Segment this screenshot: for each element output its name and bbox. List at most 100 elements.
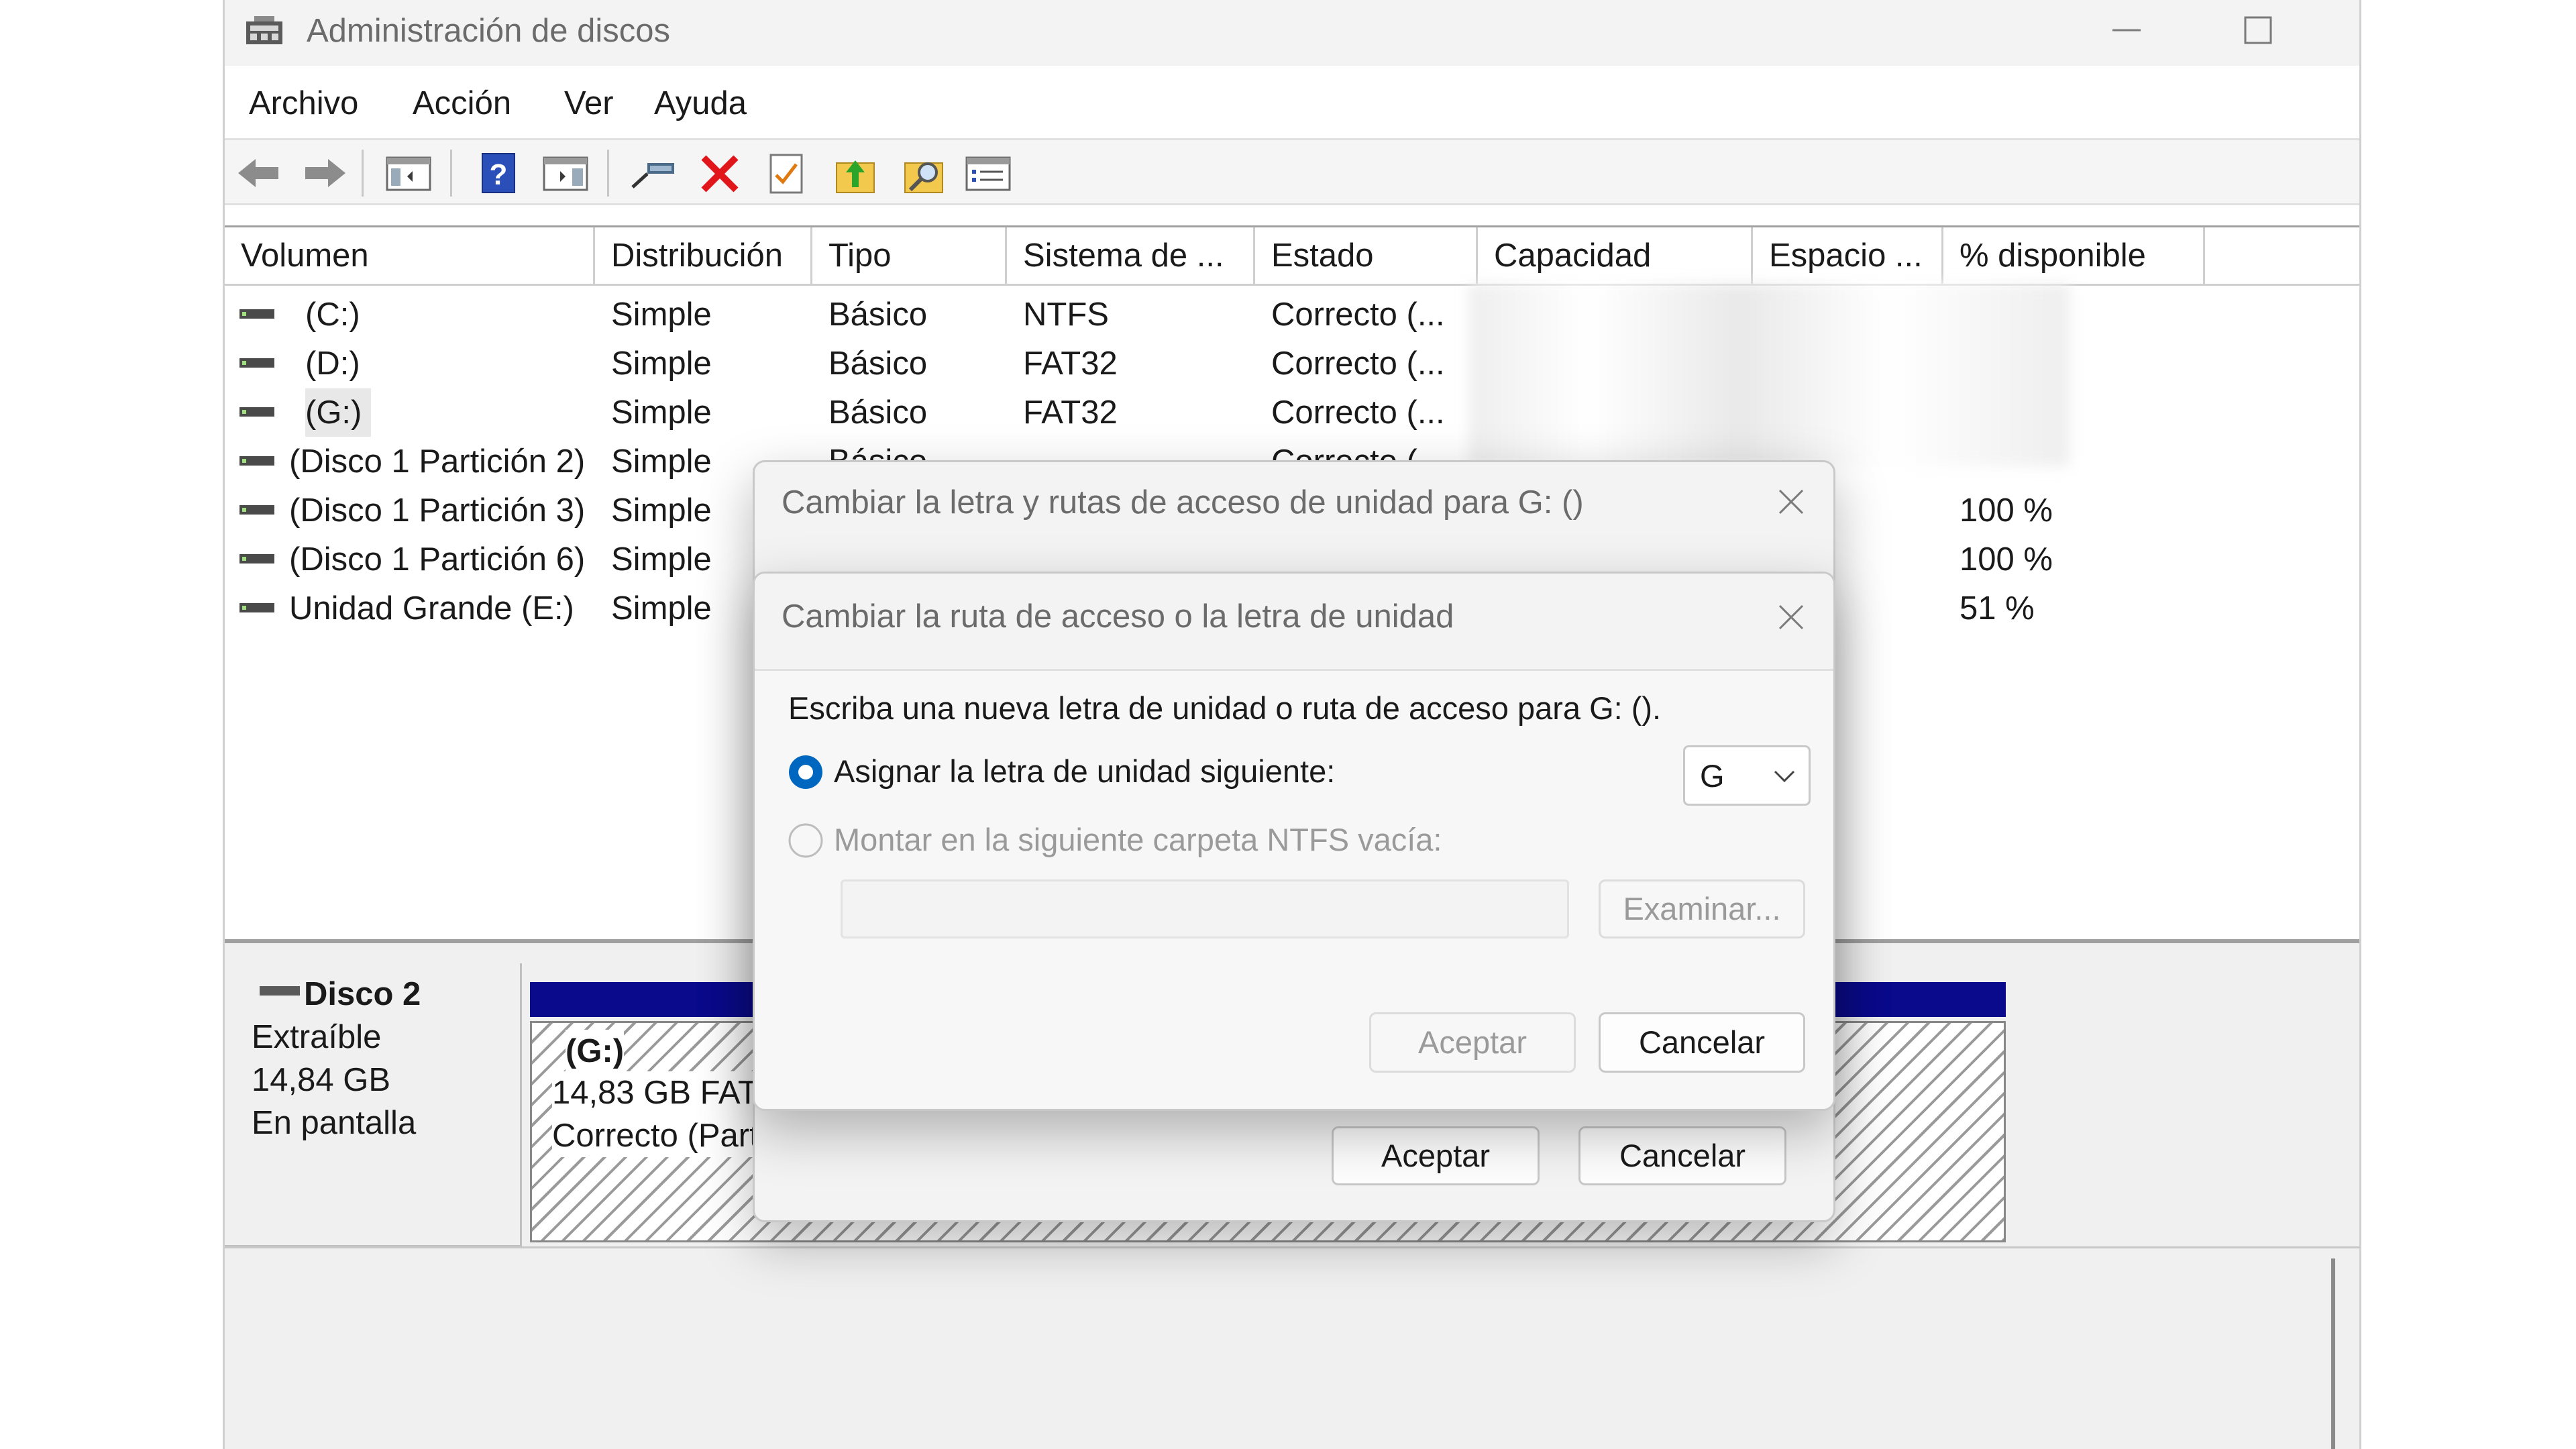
inner-dialog-title: Cambiar la ruta de acceso o la letra de …: [782, 598, 1454, 635]
action-pane-icon[interactable]: [540, 151, 591, 195]
back-arrow-icon[interactable]: [233, 151, 284, 195]
radio-assign-letter[interactable]: [787, 753, 824, 791]
cell-estado: Correcto (...: [1271, 394, 1445, 431]
svg-text:?: ?: [490, 158, 508, 191]
vertical-scrollbar[interactable]: [2331, 1258, 2335, 1449]
option-assign-letter-label[interactable]: Asignar la letra de unidad siguiente:: [834, 752, 1335, 791]
cell-volumen: (G:): [305, 388, 372, 437]
cell-sistema: FAT32: [1023, 394, 1118, 431]
list-icon[interactable]: [963, 151, 1014, 195]
volume-icon: [239, 309, 274, 319]
partition-size: 14,83 GB FAT3: [552, 1071, 777, 1114]
toolbar-separator: [362, 150, 364, 197]
inner-dialog-close-button[interactable]: [1768, 594, 1815, 641]
cell-distribucion: Simple: [611, 297, 712, 333]
disk-type: Extraíble: [252, 1019, 382, 1055]
menu-bar: Archivo Acción Ver Ayuda: [225, 66, 2359, 138]
menu-archivo[interactable]: Archivo: [249, 83, 358, 123]
option-mount-folder-label: Montar en la siguiente carpeta NTFS vací…: [834, 822, 1442, 857]
maximize-icon: [2244, 16, 2272, 44]
cell-tipo: Básico: [828, 297, 928, 333]
drive-letter-select[interactable]: G: [1683, 745, 1811, 806]
column-estado[interactable]: Estado: [1255, 227, 1478, 284]
column-distribucion[interactable]: Distribución: [595, 227, 812, 284]
cell-tipo: Básico: [828, 345, 928, 382]
cell-disponible: [1960, 388, 2201, 437]
delete-icon[interactable]: [694, 151, 745, 195]
upload-icon[interactable]: [830, 151, 881, 195]
maximize-button[interactable]: [2194, 0, 2322, 60]
toolbar-separator: [450, 150, 452, 197]
menu-ayuda[interactable]: Ayuda: [654, 83, 747, 123]
cell-estado: Correcto (...: [1271, 345, 1445, 382]
chevron-down-icon: [1774, 770, 1795, 783]
cell-tipo: Básico: [828, 394, 928, 431]
table-row[interactable]: (D:) Simple Básico FAT32 Correcto (...: [225, 339, 2359, 388]
cell-volumen: (D:): [305, 345, 360, 382]
cell-disponible: 51 %: [1960, 590, 2035, 627]
volume-icon: [239, 505, 274, 515]
toolbar: ?: [225, 138, 2359, 205]
folder-path-input[interactable]: [841, 879, 1569, 938]
inner-ok-button[interactable]: Aceptar: [1369, 1012, 1576, 1073]
cell-sistema: NTFS: [1023, 297, 1109, 333]
cell-volumen: (C:): [305, 297, 360, 333]
outer-ok-button[interactable]: Aceptar: [1332, 1126, 1540, 1185]
properties-icon[interactable]: [761, 151, 812, 195]
cell-distribucion: Simple: [611, 394, 712, 431]
inner-cancel-button[interactable]: Cancelar: [1599, 1012, 1805, 1073]
cell-estado: Correcto (...: [1271, 297, 1445, 333]
menu-ver[interactable]: Ver: [564, 83, 614, 123]
column-capacidad[interactable]: Capacidad: [1478, 227, 1753, 284]
cell-volumen: Unidad Grande (E:): [289, 590, 574, 627]
column-volumen[interactable]: Volumen: [225, 227, 595, 284]
browse-button[interactable]: Examinar...: [1599, 879, 1805, 938]
inner-dialog-prompt: Escriba una nueva letra de unidad o ruta…: [788, 690, 1662, 726]
drive-letter-value: G: [1700, 758, 1725, 794]
change-path-dialog: Cambiar la ruta de acceso o la letra de …: [753, 572, 1835, 1111]
outer-dialog-title: Cambiar la letra y rutas de acceso de un…: [782, 484, 1584, 521]
table-row[interactable]: (C:) Simple Básico NTFS Correcto (...: [225, 290, 2359, 339]
close-window-button[interactable]: [2324, 0, 2359, 60]
partition-label: (G:): [566, 1030, 625, 1073]
close-icon: [1778, 604, 1804, 630]
toolbar-separator: [607, 150, 609, 197]
cell-disponible: 100 %: [1960, 492, 2053, 529]
column-tipo[interactable]: Tipo: [812, 227, 1007, 284]
volume-icon: [239, 358, 274, 368]
search-icon[interactable]: [898, 151, 949, 195]
radio-mount-folder[interactable]: [787, 822, 824, 859]
cell-volumen: (Disco 1 Partición 6): [289, 541, 586, 578]
column-disponible[interactable]: % disponible: [1943, 227, 2205, 284]
volume-icon: [239, 456, 274, 466]
cell-volumen: (Disco 1 Partición 2): [289, 443, 586, 480]
column-espacio[interactable]: Espacio ...: [1753, 227, 1943, 284]
table-row[interactable]: (G:) Simple Básico FAT32 Correcto (...: [225, 388, 2359, 437]
disk-management-app-icon: [246, 16, 282, 44]
cell-disponible: [1960, 437, 2201, 486]
help-icon[interactable]: ?: [473, 151, 524, 195]
forward-arrow-icon[interactable]: [300, 151, 351, 195]
minimize-button[interactable]: [2063, 0, 2190, 60]
volume-icon: [239, 603, 274, 612]
column-sistema[interactable]: Sistema de ...: [1007, 227, 1255, 284]
outer-cancel-button[interactable]: Cancelar: [1578, 1126, 1786, 1185]
disk-icon: [260, 986, 300, 996]
partition-status: Correcto (Part: [552, 1114, 759, 1157]
cell-espacio: [1748, 388, 1942, 437]
connect-icon[interactable]: [627, 151, 678, 195]
window-title: Administración de discos: [307, 13, 670, 49]
cell-disponible: 100 %: [1960, 541, 2053, 578]
menu-accion[interactable]: Acción: [413, 83, 511, 123]
cell-espacio: [1748, 290, 1942, 339]
cell-disponible: [1960, 339, 2201, 388]
disk-2-info[interactable]: Disco 2 Extraíble 14,84 GB En pantalla: [225, 963, 522, 1247]
disk-view-empty: [225, 1246, 2359, 1449]
cell-disponible: [1960, 290, 2201, 339]
cell-volumen: (Disco 1 Partición 3): [289, 492, 586, 529]
cell-distribucion: Simple: [611, 345, 712, 382]
console-tree-icon[interactable]: [383, 151, 434, 195]
outer-dialog-close-button[interactable]: [1768, 478, 1815, 525]
title-bar: Administración de discos: [225, 0, 2359, 66]
disk-status: En pantalla: [252, 1105, 417, 1141]
